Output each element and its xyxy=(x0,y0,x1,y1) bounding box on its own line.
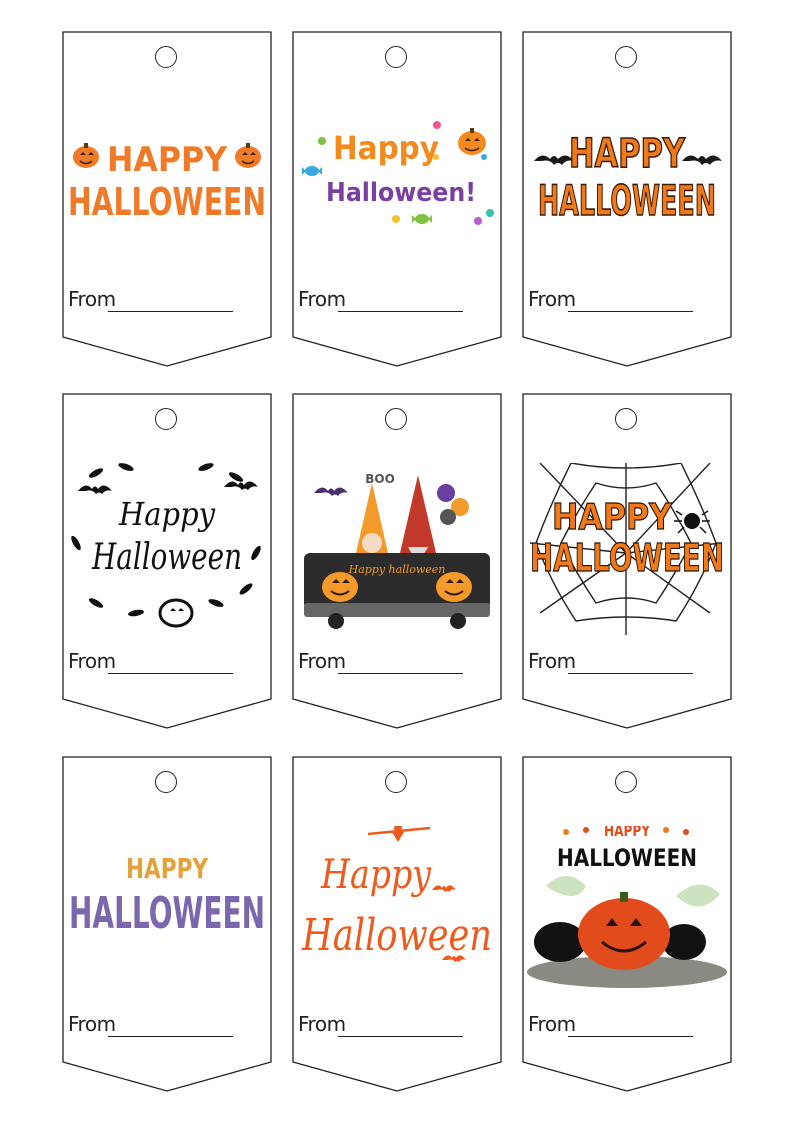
from-write-line[interactable] xyxy=(568,311,693,312)
from-write-line[interactable] xyxy=(568,1036,693,1037)
tag-artwork: Happy Halloween xyxy=(296,814,498,1006)
tag-artwork: HAPPY HALLOWEEN xyxy=(66,826,268,1006)
gift-tag-6: HAPPY HALLOWEEN From xyxy=(522,393,732,729)
from-field: From xyxy=(298,285,478,315)
tag-title-line1: HAPPY xyxy=(107,140,227,180)
bat-icon xyxy=(224,481,258,490)
from-label: From xyxy=(68,287,116,311)
tag-title-line2: Halloween xyxy=(301,910,492,961)
from-field: From xyxy=(298,647,478,677)
from-field: From xyxy=(68,647,248,677)
tag-title-line2: HALLOWEEN xyxy=(530,536,724,580)
tag-artwork: HAPPY HALLOWEEN xyxy=(526,462,728,643)
tag-hole xyxy=(385,408,407,430)
from-label: From xyxy=(528,287,576,311)
bat-icon xyxy=(78,485,112,494)
tag-artwork: HAPPY HALLOWEEN xyxy=(526,821,728,1006)
tag-title-line2: HALLOWEEN xyxy=(557,844,697,872)
pumpkin-icon xyxy=(73,143,99,168)
from-label: From xyxy=(68,1012,116,1036)
bat-icon xyxy=(432,885,456,892)
from-write-line[interactable] xyxy=(108,673,233,674)
gift-tag-8: Happy Halloween From xyxy=(292,756,502,1092)
from-field: From xyxy=(528,1010,708,1040)
tag-hole xyxy=(155,408,177,430)
tag-title-line2: HALLOWEEN xyxy=(68,180,266,224)
tag-artwork: Happy Halloween xyxy=(66,463,268,643)
from-field: From xyxy=(528,285,708,315)
tag-hole xyxy=(615,771,637,793)
tag-hole xyxy=(615,46,637,68)
truck-text: Happy halloween xyxy=(348,563,446,576)
from-field: From xyxy=(528,647,708,677)
gift-tag-1: HAPPY HALLOWEEN From xyxy=(62,31,272,367)
tag-title-line2: HALLOWEEN xyxy=(538,176,716,225)
tag-title-line1: Happy xyxy=(333,129,439,167)
witch-on-broom-icon xyxy=(367,814,431,842)
from-label: From xyxy=(298,1012,346,1036)
gnome-icon xyxy=(400,475,436,557)
tag-title-line2: Halloween! xyxy=(326,178,476,208)
tag-title-line1: HAPPY xyxy=(569,131,686,177)
tag-artwork: HAPPY HALLOWEEN xyxy=(526,101,728,281)
gift-tag-4: Happy Halloween From xyxy=(62,393,272,729)
from-label: From xyxy=(298,649,346,673)
tag-hole xyxy=(155,771,177,793)
from-field: From xyxy=(68,285,248,315)
pumpkin-icon xyxy=(458,128,486,155)
boo-label: BOO xyxy=(365,472,395,486)
from-write-line[interactable] xyxy=(568,673,693,674)
pumpkin-icon xyxy=(235,143,261,168)
pumpkin-icon xyxy=(436,572,472,602)
bat-icon xyxy=(682,155,722,165)
pumpkin-icon xyxy=(322,572,358,602)
tag-hole xyxy=(155,46,177,68)
bat-icon xyxy=(534,155,574,165)
gift-tag-2: Happy Halloween! From xyxy=(292,31,502,367)
from-label: From xyxy=(528,1012,576,1036)
from-field: From xyxy=(68,1010,248,1040)
black-pumpkin-icon xyxy=(534,922,586,962)
from-write-line[interactable] xyxy=(338,673,463,674)
from-write-line[interactable] xyxy=(108,311,233,312)
from-write-line[interactable] xyxy=(338,311,463,312)
from-label: From xyxy=(68,649,116,673)
tag-hole xyxy=(385,771,407,793)
candy-icon xyxy=(412,214,432,224)
candy-icon xyxy=(302,166,322,176)
pumpkin-icon xyxy=(578,892,670,970)
gift-tag-5: BOO Happy halloween From xyxy=(292,393,502,729)
tag-title-line1: HAPPY xyxy=(552,497,673,538)
tag-hole xyxy=(615,408,637,430)
from-field: From xyxy=(298,1010,478,1040)
gnome-icon xyxy=(356,483,388,553)
tag-title-line1: HAPPY xyxy=(126,852,209,885)
gift-tag-3: HAPPY HALLOWEEN From xyxy=(522,31,732,367)
tag-title-line1: Happy xyxy=(320,852,432,898)
tag-title-line2: HALLOWEEN xyxy=(69,888,265,939)
from-write-line[interactable] xyxy=(338,1036,463,1037)
tag-artwork: BOO Happy halloween xyxy=(296,463,498,643)
gift-tag-7: HAPPY HALLOWEEN From xyxy=(62,756,272,1092)
tag-artwork: HAPPY HALLOWEEN xyxy=(66,101,268,281)
tag-title-line1: HAPPY xyxy=(604,826,650,840)
bat-icon xyxy=(314,487,348,496)
from-write-line[interactable] xyxy=(108,1036,233,1037)
from-label: From xyxy=(298,287,346,311)
tag-artwork: Happy Halloween! xyxy=(296,101,498,281)
from-label: From xyxy=(528,649,576,673)
gift-tag-9: HAPPY HALLOWEEN From xyxy=(522,756,732,1092)
tag-title-line1: Happy xyxy=(118,495,216,533)
tag-title-line2: Halloween xyxy=(91,537,242,578)
tag-hole xyxy=(385,46,407,68)
balloons-icon xyxy=(437,484,469,525)
pumpkin-icon xyxy=(158,598,194,628)
